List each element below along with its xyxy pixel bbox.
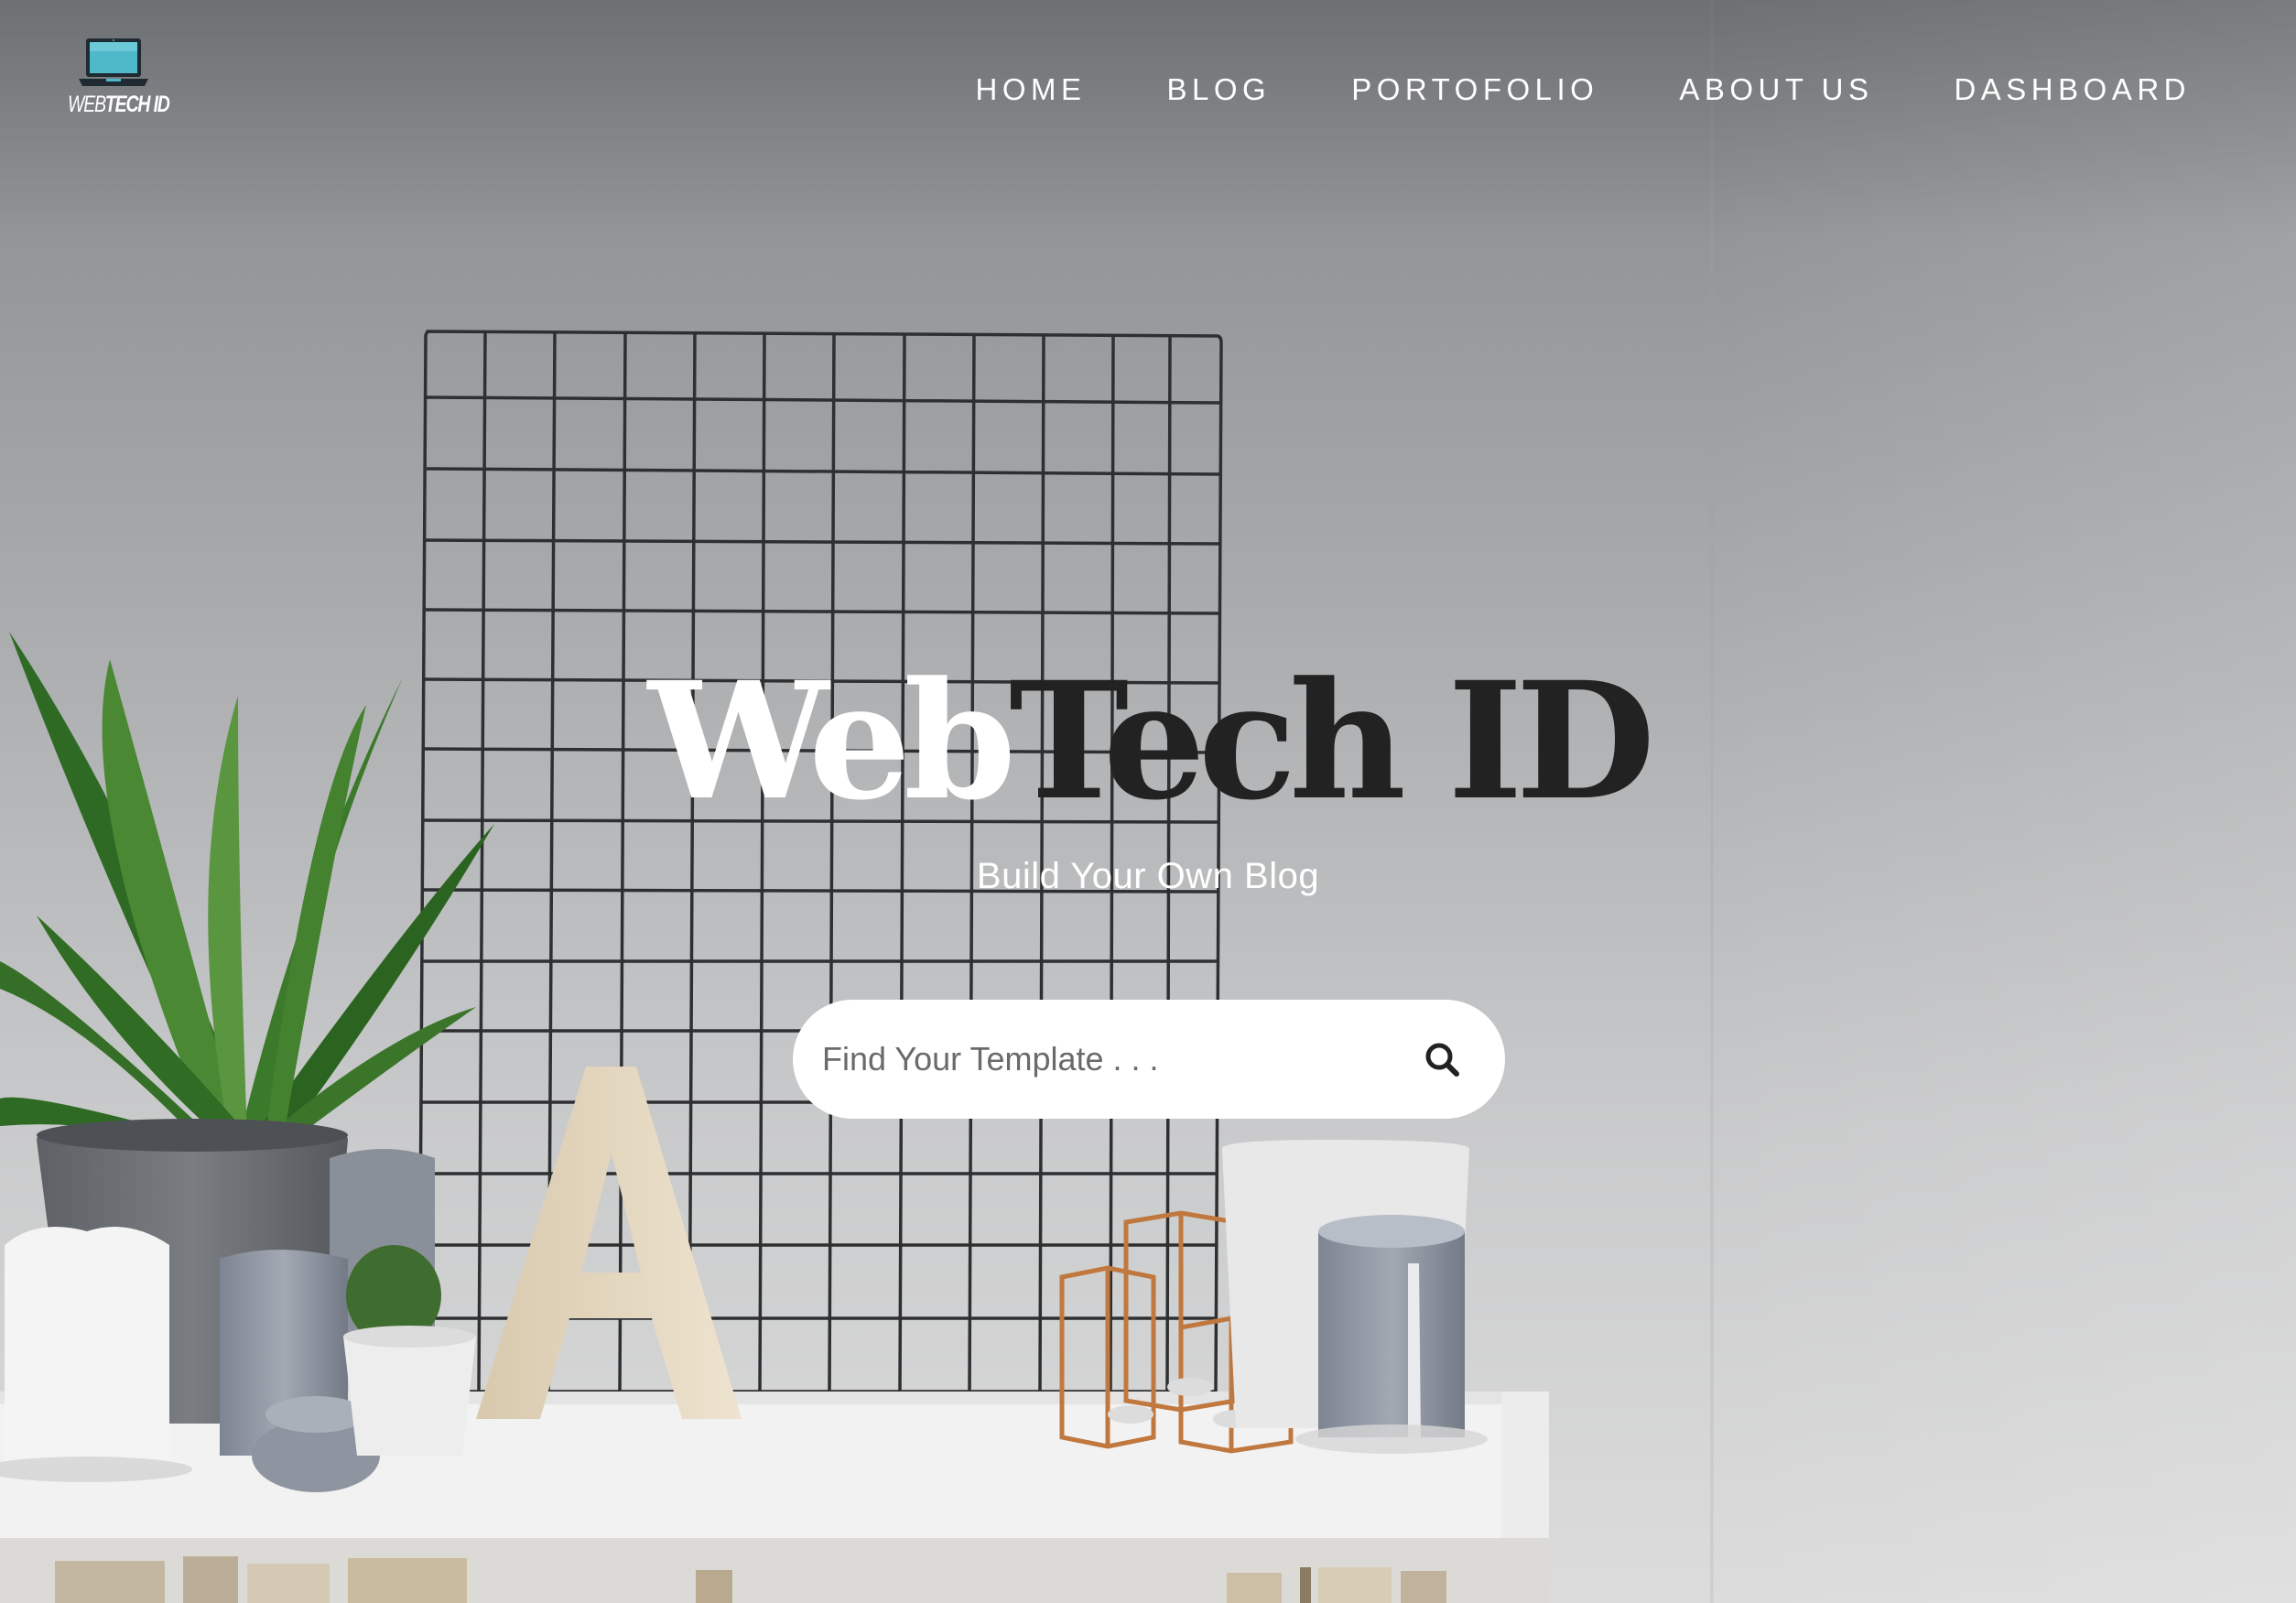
logo-wordmark: WEBTECH ID bbox=[68, 92, 170, 118]
hero-title: WebTech ID bbox=[0, 641, 2296, 842]
nav-blog-link[interactable]: BLOG bbox=[1166, 70, 1271, 110]
logo-text-light: WEB bbox=[68, 92, 106, 117]
main-nav: HOME BLOG PORTOFOLIO ABOUT US DASHBOARD bbox=[975, 70, 2191, 110]
search-button[interactable] bbox=[1417, 1034, 1468, 1086]
laptop-icon bbox=[79, 38, 148, 86]
nav-about-us-link[interactable]: ABOUT US bbox=[1679, 70, 1873, 110]
site-logo[interactable]: WEBTECH ID bbox=[68, 37, 170, 128]
hero-title-dark: Tech ID bbox=[1009, 646, 1655, 836]
template-search-form bbox=[793, 1000, 1505, 1119]
template-search-input[interactable] bbox=[822, 1027, 1371, 1091]
nav-dashboard-link[interactable]: DASHBOARD bbox=[1954, 70, 2191, 110]
nav-portofolio-link[interactable]: PORTOFOLIO bbox=[1351, 70, 1598, 110]
hero-title-light: Web bbox=[647, 646, 1016, 836]
nav-home-link[interactable]: HOME bbox=[975, 70, 1086, 110]
search-icon bbox=[1425, 1043, 1459, 1077]
hero-subtitle: Build Your Own Blog bbox=[976, 856, 1320, 896]
site-header: WEBTECH ID HOME BLOG PORTOFOLIO ABOUT US… bbox=[0, 0, 2296, 183]
logo-text-bold: TECH ID bbox=[104, 92, 170, 117]
